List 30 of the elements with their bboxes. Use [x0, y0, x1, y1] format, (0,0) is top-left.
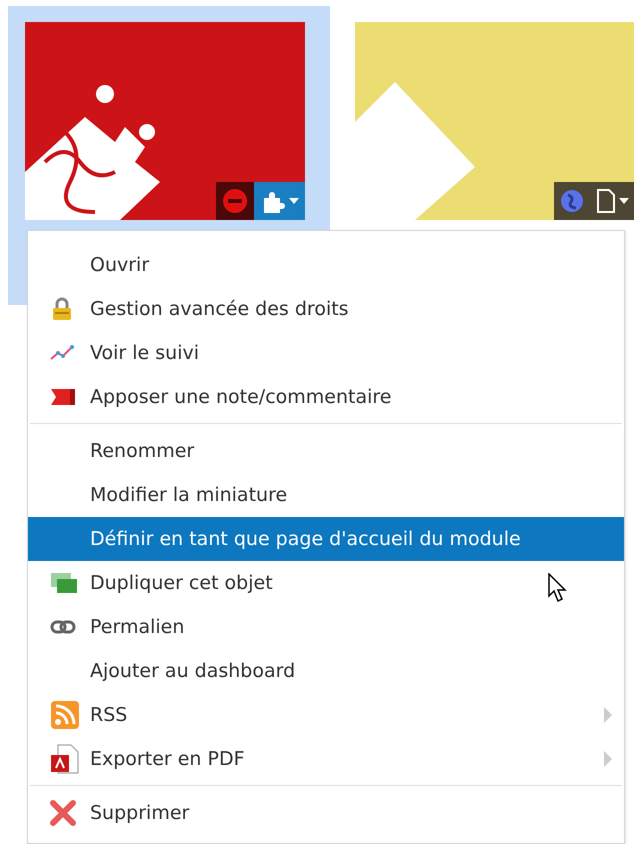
menu-item[interactable]: Apposer une note/commentaire: [28, 375, 624, 419]
graph-icon: [50, 344, 74, 362]
menu-item[interactable]: Dupliquer cet objet: [28, 561, 624, 605]
remove-button[interactable]: [216, 182, 254, 220]
rss-icon: [50, 700, 80, 730]
copy-icon: [50, 572, 78, 594]
menu-item[interactable]: Supprimer: [28, 791, 624, 835]
caret-icon: [619, 198, 629, 204]
menu-item[interactable]: Renommer: [28, 429, 624, 473]
puzzle-menu-button[interactable]: [254, 182, 305, 220]
menu-item[interactable]: Gestion avancée des droits: [28, 287, 624, 331]
menu-item[interactable]: RSS: [28, 693, 624, 737]
pdf-icon: [50, 744, 80, 774]
menu-item[interactable]: Ajouter au dashboard: [28, 649, 624, 693]
page-menu-button[interactable]: [590, 182, 634, 220]
menu-item[interactable]: Ouvrir: [28, 243, 624, 287]
menu-item[interactable]: Modifier la miniature: [28, 473, 624, 517]
menu-item[interactable]: Exporter en PDF: [28, 737, 624, 781]
page-icon: [596, 188, 616, 214]
delete-icon: [50, 800, 76, 826]
menu-item[interactable]: Permalien: [28, 605, 624, 649]
link-icon: [50, 620, 76, 634]
cursor-icon: [548, 573, 570, 603]
minus-icon: [222, 188, 248, 214]
caret-icon: [289, 198, 299, 204]
menu-item[interactable]: Définir en tant que page d'accueil du module: [28, 517, 624, 561]
menu-item[interactable]: Voir le suivi: [28, 331, 624, 375]
lock-icon: [50, 297, 74, 321]
flag-icon: [50, 387, 76, 407]
globe-icon: [560, 189, 584, 213]
